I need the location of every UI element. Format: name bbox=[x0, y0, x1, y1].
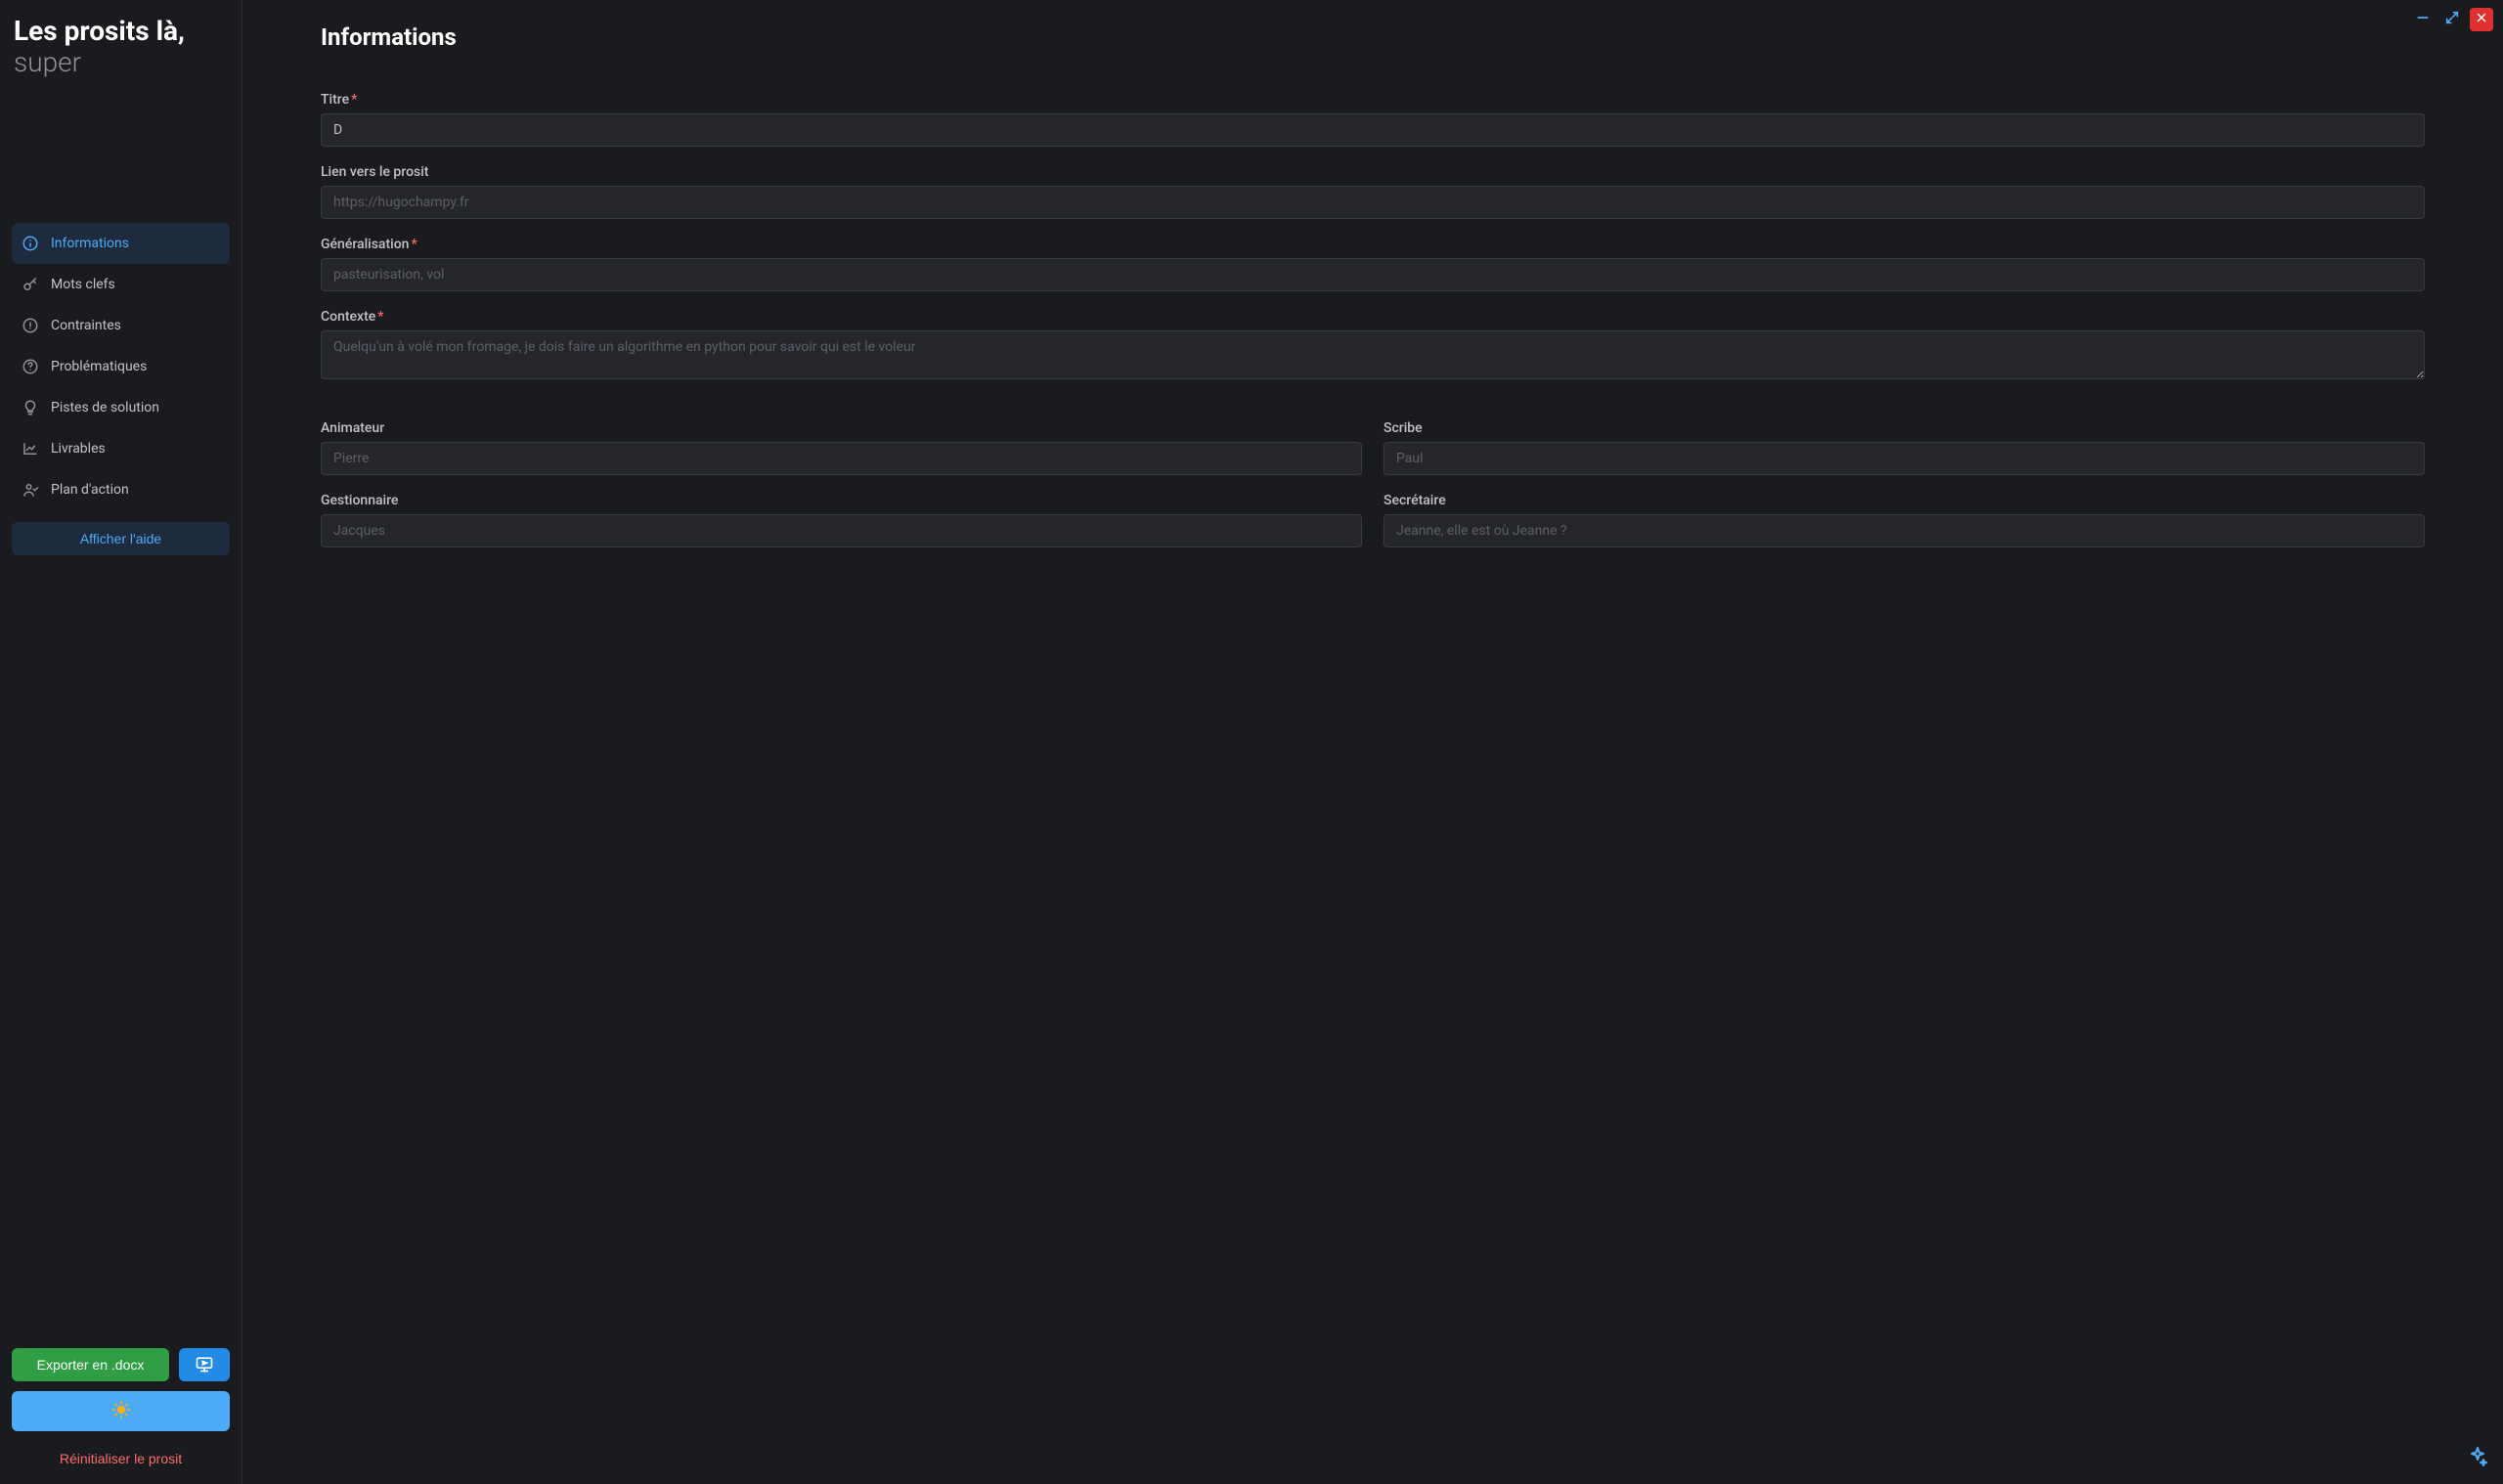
maximize-icon bbox=[2444, 10, 2460, 29]
present-button[interactable] bbox=[179, 1348, 230, 1381]
page-title: Informations bbox=[321, 23, 2425, 51]
theme-toggle-button[interactable] bbox=[12, 1391, 230, 1431]
close-icon bbox=[2475, 11, 2488, 28]
sidebar-item-label: Pistes de solution bbox=[51, 400, 159, 415]
sidebar-item-contraintes[interactable]: Contraintes bbox=[12, 305, 230, 346]
sidebar-item-mots-clefs[interactable]: Mots clefs bbox=[12, 264, 230, 305]
brand-subtitle: super bbox=[14, 47, 228, 78]
sidebar-item-label: Contraintes bbox=[51, 318, 121, 333]
sidebar-item-livrables[interactable]: Livrables bbox=[12, 428, 230, 469]
chart-icon bbox=[22, 440, 39, 458]
titre-input[interactable] bbox=[321, 113, 2425, 147]
export-docx-button[interactable]: Exporter en .docx bbox=[12, 1348, 169, 1381]
info-icon bbox=[22, 235, 39, 252]
animateur-input[interactable] bbox=[321, 442, 1362, 475]
main: Informations Titre* Lien vers le prosit … bbox=[242, 0, 2503, 1484]
gestionnaire-input[interactable] bbox=[321, 514, 1362, 547]
sidebar-item-problematiques[interactable]: Problématiques bbox=[12, 346, 230, 387]
help-button[interactable]: Afficher l'aide bbox=[12, 522, 230, 555]
titlebar bbox=[2411, 8, 2493, 31]
minimize-button[interactable] bbox=[2411, 8, 2435, 31]
sidebar-item-label: Informations bbox=[51, 236, 129, 251]
lien-input[interactable] bbox=[321, 186, 2425, 219]
secretaire-input[interactable] bbox=[1383, 514, 2425, 547]
lien-label: Lien vers le prosit bbox=[321, 164, 2425, 180]
sun-icon bbox=[111, 1400, 131, 1422]
sidebar-item-label: Problématiques bbox=[51, 359, 147, 374]
alert-icon bbox=[22, 317, 39, 334]
animateur-label: Animateur bbox=[321, 420, 1362, 436]
minimize-icon bbox=[2415, 10, 2431, 29]
scribe-input[interactable] bbox=[1383, 442, 2425, 475]
user-check-icon bbox=[22, 481, 39, 499]
sidebar: Les prosits là, super Informations Mots … bbox=[0, 0, 242, 1484]
contexte-input[interactable] bbox=[321, 330, 2425, 379]
sidebar-item-label: Plan d'action bbox=[51, 482, 129, 498]
gestionnaire-label: Gestionnaire bbox=[321, 493, 1362, 508]
sidebar-item-plan-action[interactable]: Plan d'action bbox=[12, 469, 230, 510]
sidebar-item-label: Mots clefs bbox=[51, 277, 115, 292]
titre-label: Titre* bbox=[321, 92, 2425, 108]
generalisation-input[interactable] bbox=[321, 258, 2425, 291]
maximize-button[interactable] bbox=[2440, 8, 2464, 31]
secretaire-label: Secrétaire bbox=[1383, 493, 2425, 508]
presentation-icon bbox=[195, 1354, 214, 1376]
brand-title: Les prosits là, bbox=[14, 16, 228, 47]
sparkle-button[interactable] bbox=[2464, 1445, 2491, 1472]
sidebar-item-informations[interactable]: Informations bbox=[12, 223, 230, 264]
generalisation-label: Généralisation* bbox=[321, 237, 2425, 252]
sparkle-icon bbox=[2466, 1445, 2489, 1472]
sidebar-bottom: Exporter en .docx Réinitialiser le prosi… bbox=[12, 1348, 230, 1472]
question-icon bbox=[22, 358, 39, 375]
close-button[interactable] bbox=[2470, 8, 2493, 31]
sidebar-item-label: Livrables bbox=[51, 441, 106, 457]
sidebar-item-pistes-solution[interactable]: Pistes de solution bbox=[12, 387, 230, 428]
brand: Les prosits là, super bbox=[12, 12, 230, 86]
scribe-label: Scribe bbox=[1383, 420, 2425, 436]
bulb-icon bbox=[22, 399, 39, 416]
key-icon bbox=[22, 276, 39, 293]
nav: Informations Mots clefs Contraintes Prob… bbox=[12, 223, 230, 555]
contexte-label: Contexte* bbox=[321, 309, 2425, 325]
reset-button[interactable]: Réinitialiser le prosit bbox=[12, 1441, 230, 1472]
